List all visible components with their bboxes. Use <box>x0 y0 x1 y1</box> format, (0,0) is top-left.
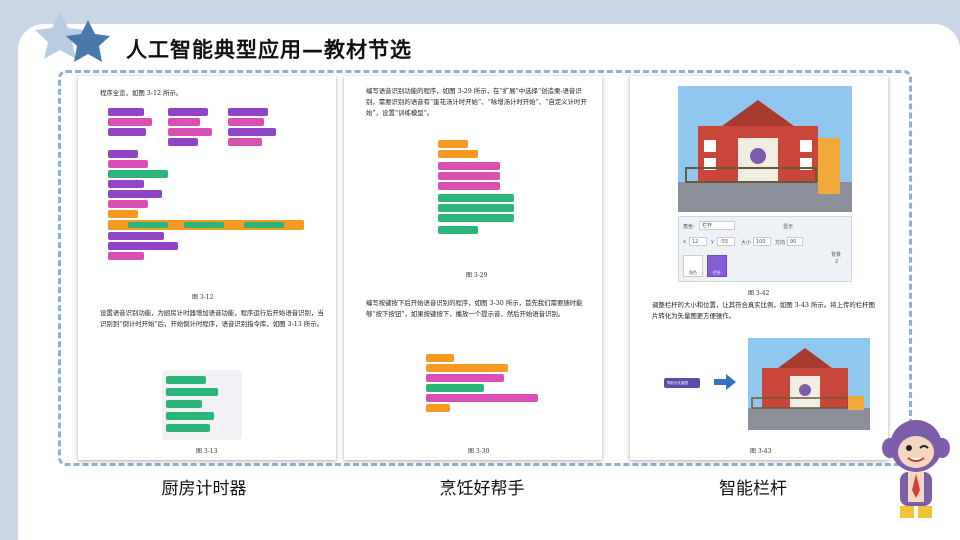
page-text: 编写语音识别功能的程序，如图 3-29 所示，在“扩展”中选择“创造栗-语音识别… <box>366 87 587 117</box>
page-text: 编写按键按下后开始语音识别的程序，如图 3-30 所示，首先我们需要随时能够“按… <box>366 299 583 318</box>
size-label: 大小 <box>741 240 752 246</box>
star-decoration-icon <box>35 12 110 62</box>
page-text: 调整栏杆的大小和位置，让其符合真实比例，如图 3-43 所示。将上传的栏杆图片转… <box>652 301 875 320</box>
school-gate-result-image <box>748 338 870 430</box>
size-input[interactable]: 100 <box>753 237 771 246</box>
y-input[interactable]: -55 <box>717 237 735 246</box>
y-label: y <box>711 239 714 245</box>
section-label-kitchen-timer: 厨房计时器 <box>161 479 247 499</box>
school-gate-stage-image <box>678 86 852 212</box>
textbook-page-kitchen-timer: 程序全览，如图 3-12 所示。 图 3-12 设置语音识别功能，为厨房计时器增… <box>78 76 336 460</box>
page-title: 人工智能典型应用—教材节选 <box>126 38 412 62</box>
page-text: 程序全览，如图 3-12 所示。 <box>100 89 183 97</box>
x-label: x <box>683 239 686 245</box>
speech-commands-figure <box>162 370 242 440</box>
figure-caption: 图 3-30 <box>468 448 490 455</box>
role-label: 角色 <box>683 224 694 230</box>
sprite-property-panel: 角色 栏杆 显示 x 12 y -55 大小 100 方向 90 背景 2 角色… <box>678 216 852 282</box>
sprite-thumb-barrier[interactable]: 栏杆 <box>707 255 727 277</box>
direction-label: 方向 <box>775 240 786 246</box>
right-arrow-icon <box>714 374 736 390</box>
sprite-thumb-role[interactable]: 角色 <box>683 255 703 277</box>
figure-caption: 图 3-13 <box>196 448 218 455</box>
section-label-cooking-helper: 烹饪好帮手 <box>439 479 525 499</box>
page-text: 设置语音识别功能，为厨房计时器增加语音功能，程序运行后开始语音识别，当识别到“倒… <box>100 309 324 328</box>
code-blocks-figure <box>438 138 528 258</box>
role-name-field[interactable]: 栏杆 <box>699 221 735 230</box>
code-blocks-figure <box>104 106 314 286</box>
convert-vector-button[interactable]: 导航为矢量图 <box>664 378 700 388</box>
code-blocks-figure <box>426 352 546 416</box>
textbook-page-smart-barrier: 角色 栏杆 显示 x 12 y -55 大小 100 方向 90 背景 2 角色… <box>630 76 888 460</box>
figure-caption: 图 3-29 <box>466 272 488 279</box>
backdrop-count: 2 <box>835 259 839 265</box>
section-label-smart-barrier: 智能栏杆 <box>719 479 787 499</box>
figure-caption: 图 3-43 <box>750 448 772 455</box>
x-input[interactable]: 12 <box>689 237 707 246</box>
figure-caption: 图 3-42 <box>748 290 770 297</box>
figure-caption: 图 3-12 <box>192 294 214 301</box>
mascot-monkey-image <box>882 420 950 518</box>
direction-input[interactable]: 90 <box>787 237 803 246</box>
textbook-page-cooking-helper: 编写语音识别功能的程序，如图 3-29 所示，在“扩展”中选择“创造栗-语音识别… <box>344 76 602 460</box>
backdrop-label: 背景 <box>831 252 842 258</box>
show-label: 显示 <box>783 224 794 230</box>
